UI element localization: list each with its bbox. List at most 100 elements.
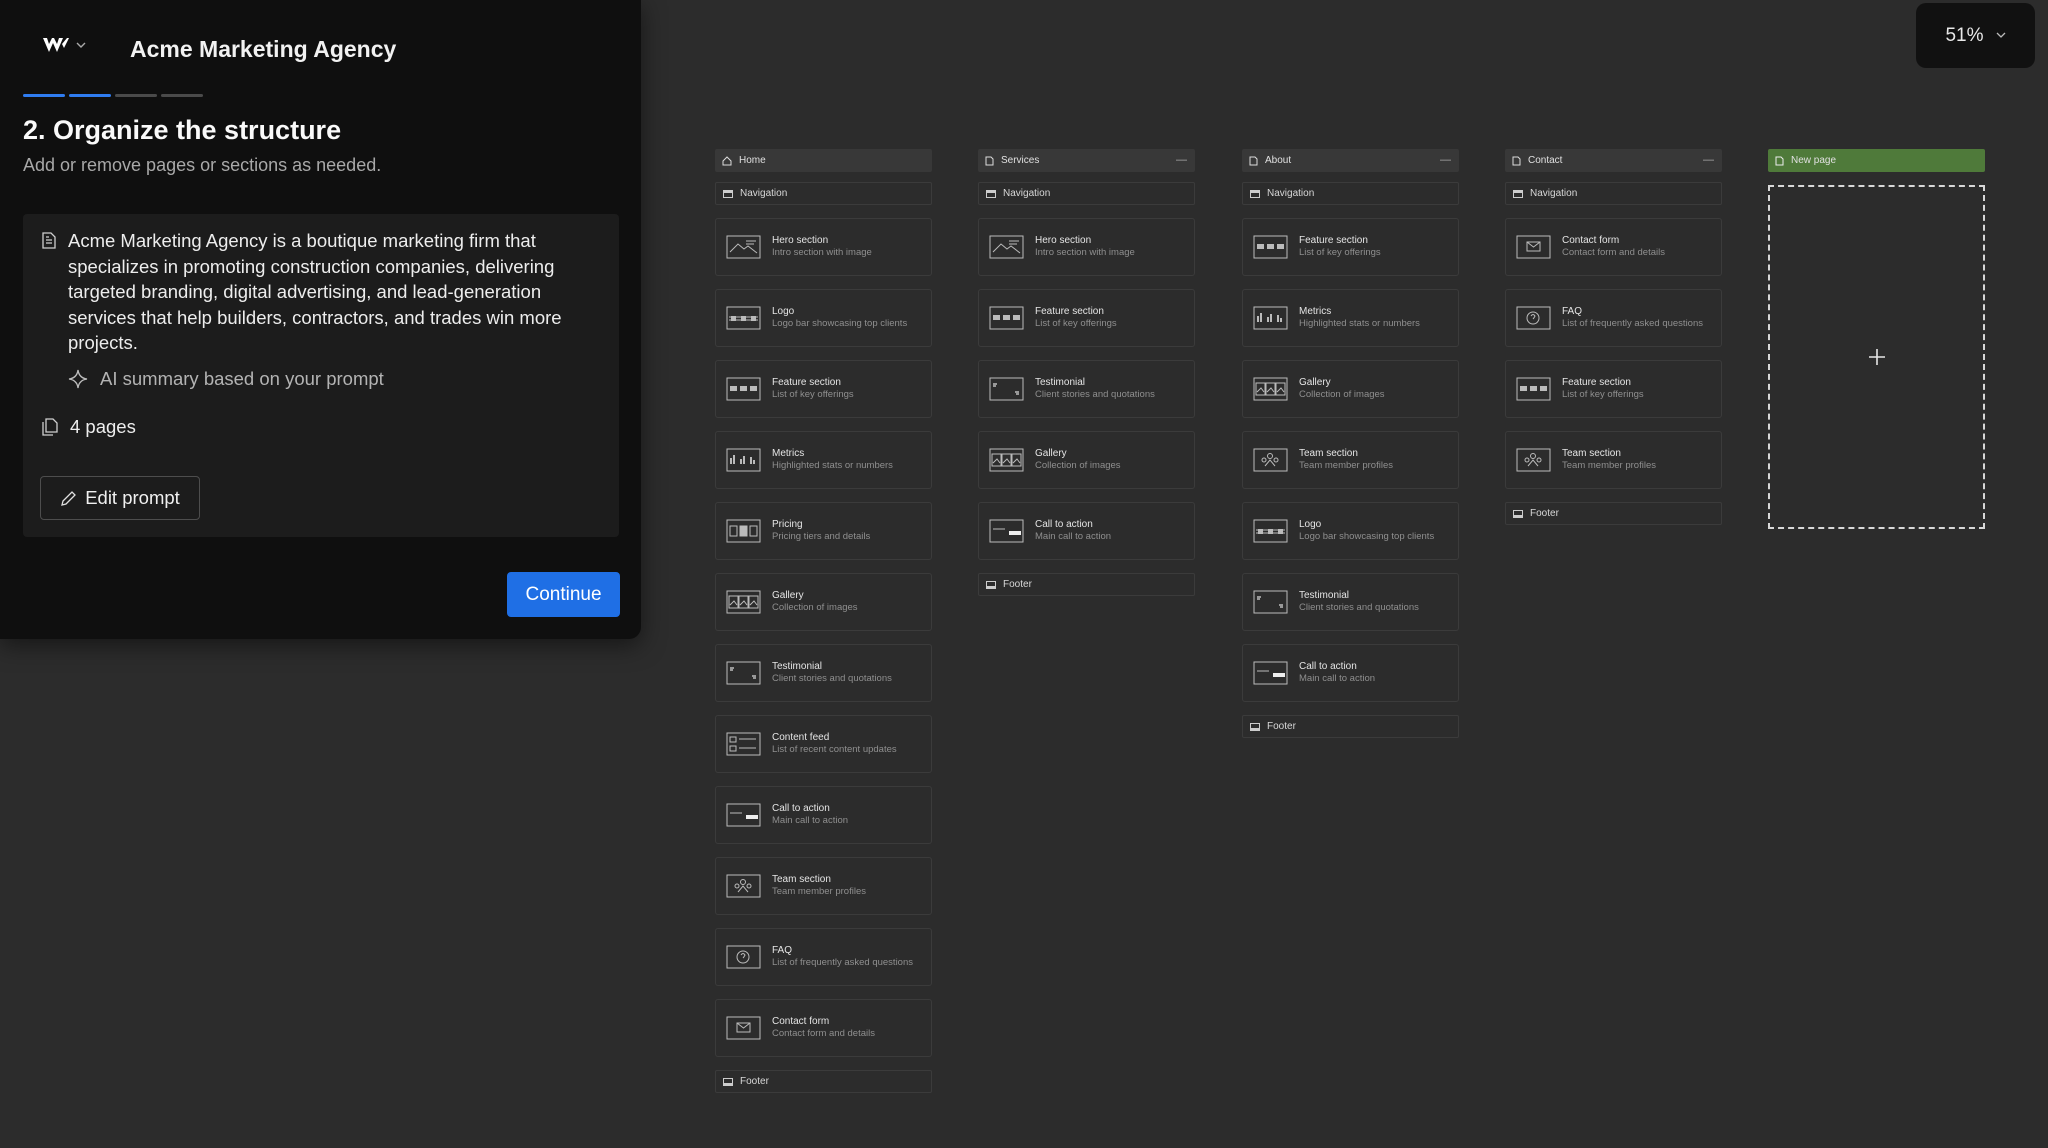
section-card[interactable]: Content feed List of recent content upda… [715, 715, 932, 773]
remove-page-icon[interactable]: — [1440, 154, 1451, 166]
page-column-services: Services — Navigation Hero section Intro s… [978, 149, 1195, 596]
section-name: Gallery [1299, 376, 1331, 388]
logo-icon [1253, 519, 1288, 543]
section-name: Metrics [772, 447, 805, 459]
step-subtitle: Add or remove pages or sections as neede… [23, 155, 382, 175]
section-description: Team member profiles [772, 885, 866, 897]
section-name: Feature section [1299, 234, 1368, 246]
progress-steps [23, 94, 203, 97]
ai-summary-label: AI summary based on your prompt [100, 368, 384, 389]
section-card[interactable]: Feature section List of key offerings [715, 360, 932, 418]
navigation-section[interactable]: Navigation [715, 182, 932, 205]
navigation-section[interactable]: Navigation [1505, 182, 1722, 205]
page-column-about: About — Navigation Feature section List of… [1242, 149, 1459, 738]
ai-summary-note: AI summary based on your prompt [68, 368, 384, 390]
footer-section[interactable]: Footer [978, 573, 1195, 596]
section-card[interactable]: Feature section List of key offerings [1242, 218, 1459, 276]
new-page-button[interactable]: New page [1768, 149, 1985, 172]
section-card[interactable]: Pricing Pricing tiers and details [715, 502, 932, 560]
section-card[interactable]: Hero section Intro section with image [978, 218, 1195, 276]
navigation-icon [723, 189, 733, 198]
section-description: List of key offerings [1035, 317, 1117, 329]
section-name: Call to action [1035, 518, 1093, 530]
section-name: Gallery [1035, 447, 1067, 459]
navigation-label: Navigation [1530, 188, 1578, 199]
testimonial-icon [1253, 590, 1288, 614]
section-description: Collection of images [1035, 459, 1121, 471]
feature-icon [1253, 235, 1288, 259]
hero-icon [989, 235, 1024, 259]
section-description: List of key offerings [1562, 388, 1644, 400]
webflow-logo-icon [43, 38, 69, 52]
section-card[interactable]: Logo Logo bar showcasing top clients [715, 289, 932, 347]
section-card[interactable]: Gallery Collection of images [1242, 360, 1459, 418]
section-name: Team section [1562, 447, 1621, 459]
section-card[interactable]: Testimonial Client stories and quotation… [1242, 573, 1459, 631]
section-card[interactable]: Feature section List of key offerings [1505, 360, 1722, 418]
hero-icon [726, 235, 761, 259]
section-name: Contact form [772, 1015, 830, 1027]
section-card[interactable]: Logo Logo bar showcasing top clients [1242, 502, 1459, 560]
sparkle-icon [68, 369, 88, 389]
section-name: Feature section [1562, 376, 1631, 388]
page-icon [1775, 156, 1784, 165]
section-card[interactable]: Team section Team member profiles [1242, 431, 1459, 489]
section-description: Client stories and quotations [772, 672, 892, 684]
section-card[interactable]: Call to action Main call to action [715, 786, 932, 844]
section-card[interactable]: Call to action Main call to action [1242, 644, 1459, 702]
section-card[interactable]: Testimonial Client stories and quotation… [978, 360, 1195, 418]
page-column-home: Home Navigation Hero section Intro sectio… [715, 149, 932, 1093]
page-header[interactable]: About — [1242, 149, 1459, 172]
section-name: Feature section [1035, 305, 1104, 317]
section-card[interactable]: Metrics Highlighted stats or numbers [1242, 289, 1459, 347]
section-card[interactable]: Gallery Collection of images [715, 573, 932, 631]
continue-button[interactable]: Continue [507, 572, 620, 617]
section-card[interactable]: Feature section List of key offerings [978, 289, 1195, 347]
section-card[interactable]: Metrics Highlighted stats or numbers [715, 431, 932, 489]
zoom-control[interactable]: 51% [1916, 3, 2035, 68]
feature-icon [726, 377, 761, 401]
section-card[interactable]: Testimonial Client stories and quotation… [715, 644, 932, 702]
app-logo-menu[interactable] [42, 36, 86, 54]
navigation-icon [986, 189, 996, 198]
section-description: Intro section with image [1035, 246, 1135, 258]
step-indicator [69, 94, 111, 97]
team-icon [1516, 448, 1551, 472]
step-indicator [23, 94, 65, 97]
section-card[interactable]: Hero section Intro section with image [715, 218, 932, 276]
page-header[interactable]: Home [715, 149, 932, 172]
section-description: Contact form and details [772, 1027, 875, 1039]
section-name: FAQ [1562, 305, 1583, 317]
logo-icon [726, 306, 761, 330]
page-icon [985, 156, 994, 165]
footer-icon [1250, 722, 1260, 731]
page-header[interactable]: Contact — [1505, 149, 1722, 172]
navigation-section[interactable]: Navigation [978, 182, 1195, 205]
section-card[interactable]: Contact form Contact form and details [715, 999, 932, 1057]
new-page-drop-zone[interactable] [1768, 185, 1985, 529]
section-name: Testimonial [1299, 589, 1350, 601]
section-description: Logo bar showcasing top clients [772, 317, 908, 329]
footer-section[interactable]: Footer [715, 1070, 932, 1093]
app-title: Acme Marketing Agency [130, 36, 397, 62]
footer-section[interactable]: Footer [1505, 502, 1722, 525]
section-card[interactable]: FAQ List of frequently asked questions [1505, 289, 1722, 347]
section-card[interactable]: Contact form Contact form and details [1505, 218, 1722, 276]
section-card[interactable]: Gallery Collection of images [978, 431, 1195, 489]
cta-icon [726, 803, 761, 827]
section-card[interactable]: Team section Team member profiles [1505, 431, 1722, 489]
remove-page-icon[interactable]: — [1703, 154, 1714, 166]
navigation-label: Navigation [1003, 188, 1051, 199]
gallery-icon [1253, 377, 1288, 401]
navigation-section[interactable]: Navigation [1242, 182, 1459, 205]
section-card[interactable]: FAQ List of frequently asked questions [715, 928, 932, 986]
section-description: List of key offerings [1299, 246, 1381, 258]
page-icon [1249, 156, 1258, 165]
pricing-icon [726, 519, 761, 543]
edit-prompt-button[interactable]: Edit prompt [40, 476, 200, 520]
footer-section[interactable]: Footer [1242, 715, 1459, 738]
section-card[interactable]: Call to action Main call to action [978, 502, 1195, 560]
section-card[interactable]: Team section Team member profiles [715, 857, 932, 915]
page-header[interactable]: Services — [978, 149, 1195, 172]
remove-page-icon[interactable]: — [1176, 154, 1187, 166]
